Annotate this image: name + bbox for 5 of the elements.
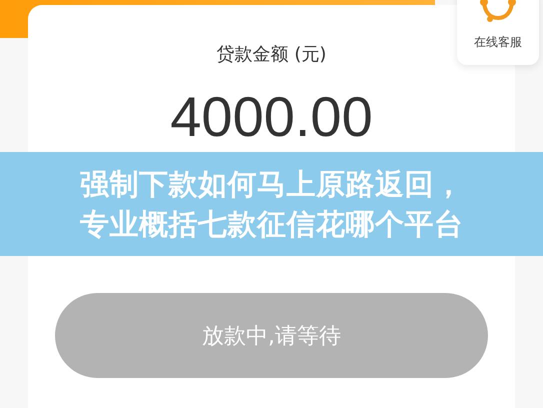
loan-amount: 4000.00 [170,87,373,147]
banner-title: 强制下款如何马上原路返回， 专业概括七款征信花哪个平台 [80,166,464,243]
customer-service-button[interactable]: 在线客服 [457,0,539,65]
loan-amount-label: 贷款金额 (元) [216,43,326,67]
headset-icon [478,0,518,24]
